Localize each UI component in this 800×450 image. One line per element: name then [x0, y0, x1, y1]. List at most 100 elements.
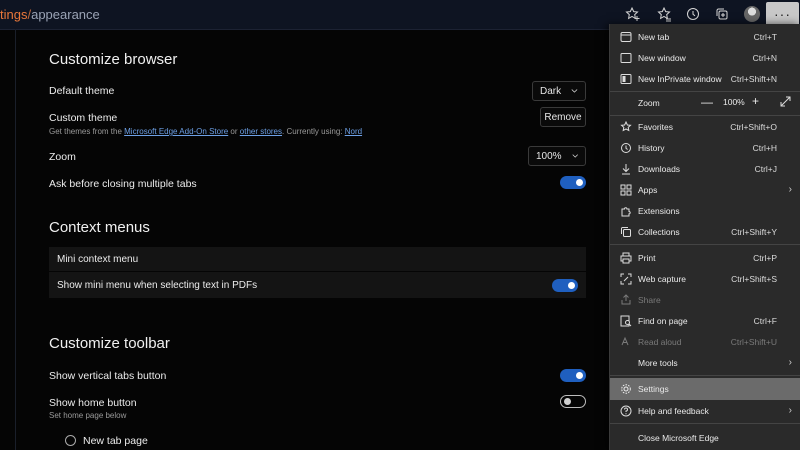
vertical-tabs-label: Show vertical tabs button	[49, 370, 167, 382]
menu-item-label: More tools	[638, 357, 678, 368]
menu-item-label: Print	[638, 252, 656, 263]
new-tab-page-radio[interactable]	[65, 435, 76, 446]
customize-toolbar-heading: Customize toolbar	[49, 335, 170, 352]
settings-and-more-menu: New tab Ctrl+T New window Ctrl+N New InP…	[609, 24, 800, 450]
menu-item-share[interactable]: Share	[610, 289, 800, 310]
custom-theme-description: Get themes from the Microsoft Edge Add-O…	[49, 127, 362, 136]
menu-item-shortcut: Ctrl+P	[753, 252, 777, 263]
menu-item-read-aloud[interactable]: Read aloud Ctrl+Shift+U	[610, 331, 800, 352]
menu-item-new-tab[interactable]: New tab Ctrl+T	[610, 26, 800, 47]
menu-item-label: Read aloud	[638, 336, 682, 347]
zoom-label: Zoom	[49, 151, 76, 163]
menu-item-print[interactable]: Print Ctrl+P	[610, 247, 800, 268]
remove-theme-button[interactable]: Remove	[540, 107, 586, 127]
desc-text: or	[228, 127, 240, 136]
default-theme-label: Default theme	[49, 85, 115, 97]
menu-item-label: Favorites	[638, 121, 673, 132]
menu-item-label: Apps	[638, 184, 658, 195]
menu-item-label: Extensions	[638, 205, 680, 216]
desc-text: . Currently using:	[282, 127, 345, 136]
menu-item-history[interactable]: History Ctrl+H	[610, 137, 800, 158]
menu-item-settings[interactable]: Settings	[610, 378, 800, 400]
new-tab-icon	[619, 30, 633, 44]
menu-item-label: Share	[638, 294, 661, 305]
menu-item-apps[interactable]: Apps ›	[610, 179, 800, 200]
menu-item-label: Downloads	[638, 163, 681, 174]
share-icon	[619, 293, 633, 307]
more-dots-icon: ···	[774, 6, 791, 22]
customize-browser-heading: Customize browser	[49, 51, 178, 68]
favorites-add-icon[interactable]	[622, 4, 644, 24]
home-button-label: Show home button	[49, 397, 137, 409]
menu-item-shortcut: Ctrl+H	[752, 142, 777, 153]
default-theme-select[interactable]: Dark	[532, 81, 586, 101]
menu-separator	[610, 244, 800, 245]
url-path: tings	[0, 7, 28, 22]
menu-item-label: Zoom	[638, 97, 660, 108]
custom-theme-label: Custom theme	[49, 112, 118, 124]
menu-item-favorites[interactable]: Favorites Ctrl+Shift+O	[610, 116, 800, 137]
zoom-out-button[interactable]: —	[701, 95, 713, 109]
find-icon	[619, 314, 633, 328]
vertical-tabs-toggle[interactable]	[560, 369, 586, 382]
chevron-right-icon: ›	[788, 357, 792, 368]
extensions-icon	[619, 204, 633, 218]
pdf-mini-menu-row: Show mini menu when selecting text in PD…	[49, 272, 586, 298]
menu-item-zoom: Zoom — 100% +	[610, 92, 800, 113]
chevron-down-icon	[572, 154, 578, 158]
url-page: appearance	[31, 7, 100, 22]
menu-item-label: Find on page	[638, 315, 688, 326]
menu-item-web-capture[interactable]: Web capture Ctrl+Shift+S	[610, 268, 800, 289]
menu-item-label: Web capture	[638, 273, 687, 284]
add-on-store-link[interactable]: Microsoft Edge Add-On Store	[124, 127, 228, 136]
menu-item-new-inprivate[interactable]: New InPrivate window Ctrl+Shift+N	[610, 68, 800, 89]
chevron-right-icon: ›	[788, 184, 792, 195]
ask-close-tabs-label: Ask before closing multiple tabs	[49, 178, 197, 190]
menu-item-label: Help and feedback	[638, 405, 709, 416]
default-theme-value: Dark	[540, 85, 562, 97]
current-theme-link[interactable]: Nord	[345, 127, 362, 136]
menu-item-shortcut: Ctrl+Shift+O	[730, 121, 777, 132]
pdf-mini-menu-label: Show mini menu when selecting text in PD…	[57, 280, 258, 291]
menu-item-downloads[interactable]: Downloads Ctrl+J	[610, 158, 800, 179]
menu-item-label: Collections	[638, 226, 680, 237]
pdf-mini-menu-toggle[interactable]	[552, 279, 578, 292]
menu-item-collections[interactable]: Collections Ctrl+Shift+Y	[610, 221, 800, 242]
history-icon[interactable]	[682, 4, 704, 24]
zoom-in-button[interactable]: +	[752, 94, 759, 108]
menu-separator	[610, 423, 800, 424]
favorites-icon	[619, 120, 633, 134]
settings-content: Customize browser Default theme Dark Cus…	[0, 29, 608, 450]
settings-and-more-button[interactable]: ···	[766, 2, 799, 26]
profile-avatar[interactable]	[741, 4, 763, 24]
other-stores-link[interactable]: other stores	[240, 127, 282, 136]
favorites-icon[interactable]	[653, 4, 675, 24]
zoom-value: 100%	[536, 150, 562, 162]
menu-item-more-tools[interactable]: More tools ›	[610, 352, 800, 373]
menu-item-find-on-page[interactable]: Find on page Ctrl+F	[610, 310, 800, 331]
home-button-toggle[interactable]	[560, 395, 586, 408]
gear-icon	[619, 382, 633, 396]
fullscreen-icon[interactable]	[780, 96, 791, 109]
desc-text: Get themes from the	[49, 127, 125, 136]
history-icon	[619, 141, 633, 155]
menu-item-shortcut: Ctrl+N	[752, 52, 777, 63]
menu-item-close-edge[interactable]: Close Microsoft Edge	[610, 427, 800, 448]
ask-close-tabs-toggle[interactable]	[560, 176, 586, 189]
menu-item-label: History	[638, 142, 665, 153]
chevron-right-icon: ›	[788, 405, 792, 416]
address-bar[interactable]: tings/appearance	[0, 7, 100, 22]
menu-item-shortcut: Ctrl+T	[753, 31, 777, 42]
menu-item-help[interactable]: Help and feedback ›	[610, 400, 800, 421]
menu-item-new-window[interactable]: New window Ctrl+N	[610, 47, 800, 68]
read-aloud-icon	[619, 335, 633, 349]
zoom-select[interactable]: 100%	[528, 146, 586, 166]
new-tab-page-label: New tab page	[83, 435, 148, 447]
zoom-level: 100%	[723, 97, 745, 107]
menu-separator	[610, 375, 800, 376]
menu-item-extensions[interactable]: Extensions	[610, 200, 800, 221]
menu-item-label: New InPrivate window	[638, 73, 722, 84]
menu-item-shortcut: Ctrl+J	[754, 163, 777, 174]
collections-icon[interactable]	[711, 4, 733, 24]
menu-item-shortcut: Ctrl+Shift+S	[731, 273, 777, 284]
